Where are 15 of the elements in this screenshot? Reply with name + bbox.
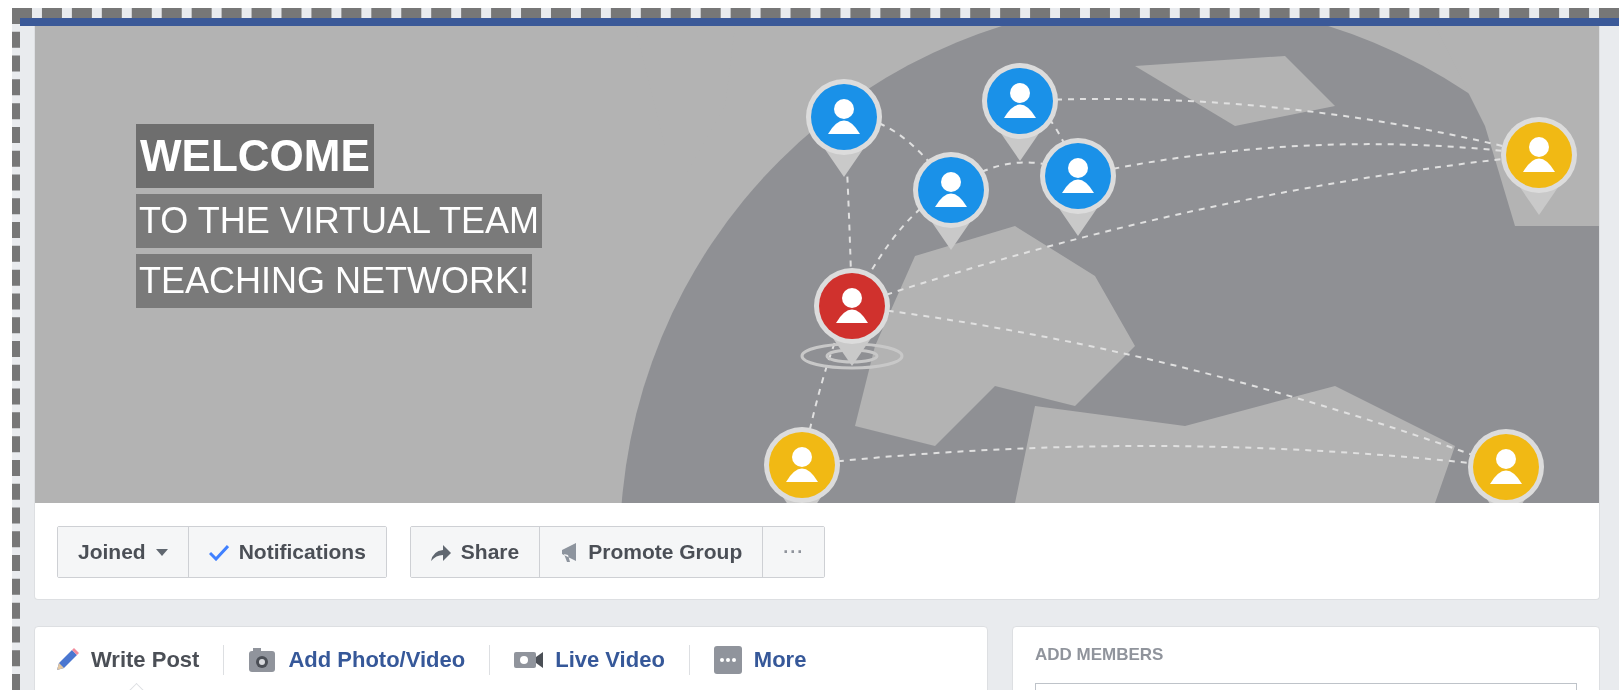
section-title: ADD MEMBERS [1035, 645, 1165, 665]
pencil-icon [55, 648, 79, 672]
camera-icon [248, 648, 277, 672]
megaphone-icon [560, 540, 579, 564]
joined-dropdown[interactable]: Joined [58, 527, 189, 577]
composer-tab[interactable]: More [689, 645, 831, 675]
video-camera-icon [514, 650, 544, 670]
action-button[interactable]: Share [410, 527, 541, 577]
cover-headline: WELCOME [136, 124, 374, 188]
composer-tab[interactable]: Add Photo/Video [224, 645, 491, 675]
caret-icon [155, 548, 168, 556]
composer-tab[interactable]: Write Post [55, 645, 225, 675]
more-dots-icon [713, 646, 742, 674]
composer-tab[interactable]: Live Video [490, 645, 690, 675]
share-arrow-icon [430, 543, 451, 561]
